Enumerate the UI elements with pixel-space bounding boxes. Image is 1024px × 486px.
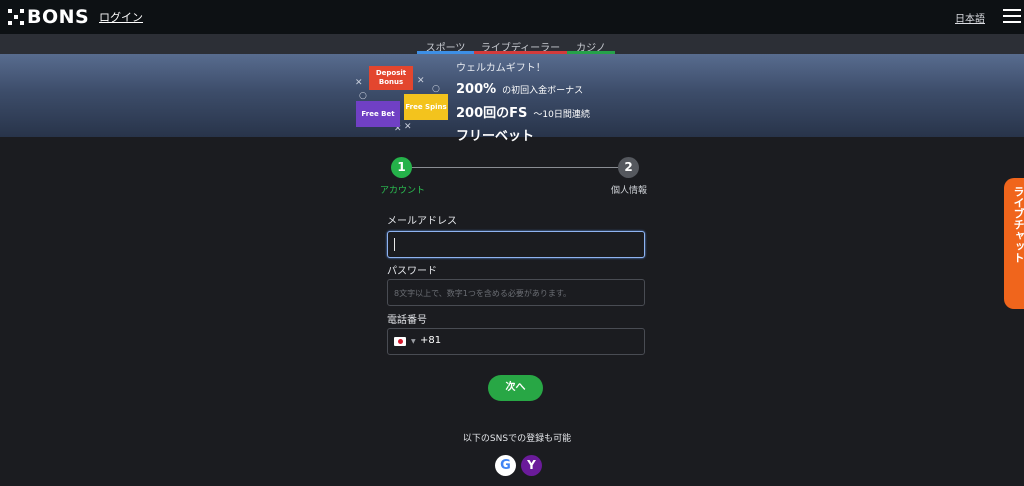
hamburger-menu-icon[interactable]: [1003, 9, 1021, 23]
circle-mark-icon: ○: [359, 91, 367, 101]
category-tabs: スポーツ ライブディーラー カジノ: [0, 34, 1024, 54]
phone-label: 電話番号: [387, 315, 427, 326]
x-mark-icon: ✕: [417, 76, 425, 86]
free-bet-chip: Free Bet: [356, 101, 400, 127]
promo-free-spins-count: 200回のFS: [456, 106, 528, 121]
google-login-icon[interactable]: G: [495, 455, 516, 476]
language-selector[interactable]: 日本語: [955, 10, 985, 25]
circle-mark-icon: ○: [432, 84, 440, 94]
top-bar: BONS ログイン 日本語: [0, 0, 1024, 34]
password-placeholder: 8文字以上で、数字1つを含める必要があります。: [394, 289, 572, 298]
promo-free-spins: 200回のFS 〜10日間連続: [456, 102, 590, 121]
promo-text: ウェルカムギフト！ 200% の初回入金ボーナス 200回のFS 〜10日間連続 フ…: [456, 57, 590, 144]
promo-free-spins-desc: 〜10日間連続: [533, 110, 590, 120]
x-mark-icon: ✕: [355, 78, 363, 88]
tab-sports[interactable]: スポーツ: [417, 39, 474, 54]
step-2-label: 個人情報: [611, 186, 648, 196]
promo-free-bet: フリーベット: [456, 129, 535, 144]
promo-deposit-desc: の初回入金ボーナス: [502, 86, 584, 96]
step-1-label: アカウント: [380, 186, 426, 196]
bons-logo[interactable]: BONS: [8, 6, 89, 28]
yahoo-login-icon[interactable]: Y: [521, 455, 542, 476]
next-button[interactable]: 次へ: [488, 375, 543, 401]
country-dropdown-arrow-icon[interactable]: ▼: [411, 338, 416, 345]
live-chat-label: ライブチャット: [1012, 186, 1024, 263]
email-label: メールアドレス: [387, 216, 457, 227]
tab-casino[interactable]: カジノ: [567, 39, 615, 54]
promo-welcome-gift: ウェルカムギフト！: [456, 63, 546, 74]
password-label: パスワード: [387, 266, 437, 277]
phone-field[interactable]: ▼ +81: [387, 328, 645, 355]
bonus-chips-graphic: ✕ ○ ✕ ○ ✕ ✕ Deposit Bonus Free Bet Free …: [354, 64, 450, 134]
tab-live-dealer[interactable]: ライブディーラー: [474, 39, 567, 54]
deposit-bonus-chip: Deposit Bonus: [369, 66, 413, 90]
logo-text: BONS: [27, 6, 90, 28]
sns-registration-caption: 以下のSNSでの登録も可能: [462, 434, 572, 444]
live-chat-button[interactable]: ライブチャット: [1004, 178, 1024, 309]
step-2-indicator: 2: [618, 157, 639, 178]
text-cursor: [394, 238, 395, 251]
promo-deposit-percent: 200%: [456, 82, 497, 97]
step-connector-line: [410, 167, 618, 168]
phone-dial-code: +81: [420, 335, 442, 346]
japan-flag-icon[interactable]: [394, 337, 406, 346]
login-link[interactable]: ログイン: [99, 9, 143, 25]
step-1-indicator: 1: [391, 157, 412, 178]
email-field[interactable]: [387, 231, 645, 258]
welcome-promo-banner[interactable]: ✕ ○ ✕ ○ ✕ ✕ Deposit Bonus Free Bet Free …: [0, 54, 1024, 144]
free-spins-chip: Free Spins: [404, 94, 448, 120]
password-field[interactable]: 8文字以上で、数字1つを含める必要があります。: [387, 279, 645, 306]
logo-mark-icon: [8, 9, 24, 25]
registration-stepper: 1 2 アカウント 個人情報: [380, 157, 650, 197]
promo-deposit-bonus: 200% の初回入金ボーナス: [456, 78, 590, 97]
x-mark-icon: ✕: [404, 122, 412, 132]
